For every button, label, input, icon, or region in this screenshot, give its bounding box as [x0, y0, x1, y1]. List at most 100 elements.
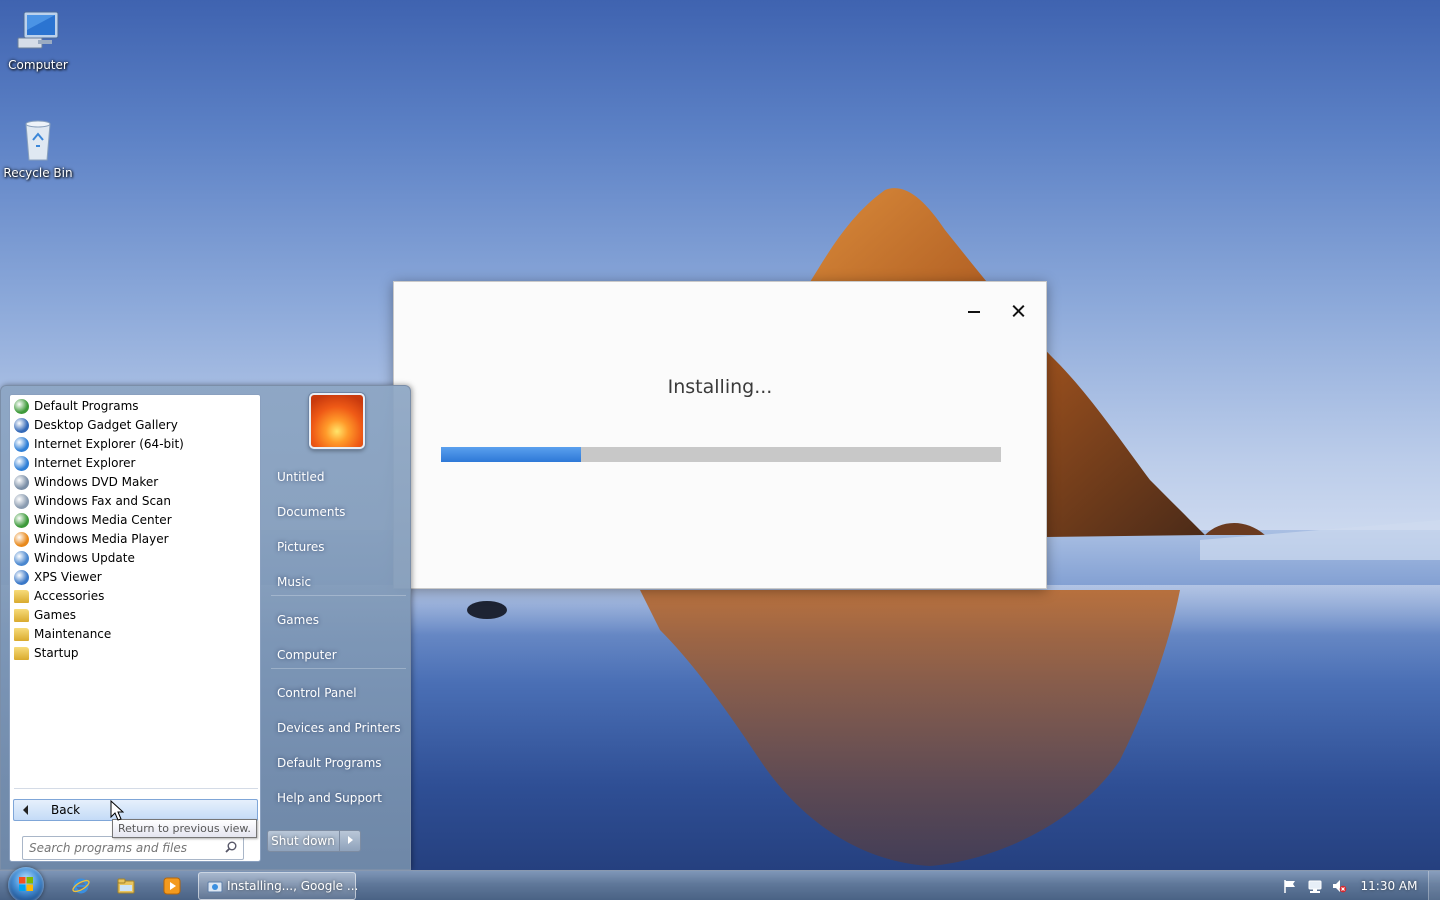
installer-app-icon [207, 881, 223, 893]
program-label: Maintenance [34, 627, 112, 641]
program-label: Default Programs [34, 399, 139, 413]
program-label: Windows Fax and Scan [34, 494, 172, 508]
program-label: Windows Media Player [34, 532, 169, 546]
start-menu-link-untitled[interactable]: Untitled [271, 462, 406, 492]
show-desktop-button[interactable] [1428, 871, 1440, 900]
start-menu: Default Programs Desktop Gadget Gallery In… [0, 385, 411, 870]
chevron-right-icon [348, 836, 353, 844]
start-menu-right-pane: Untitled Documents Pictures Music Games Compu… [266, 386, 411, 869]
program-label: Startup [34, 646, 79, 660]
start-menu-link-music[interactable]: Music [271, 567, 406, 597]
close-button[interactable] [1003, 298, 1033, 324]
network-icon[interactable] [1307, 878, 1323, 894]
taskbar-task-label: Installing..., Google ... [227, 879, 359, 893]
folder-icon [14, 609, 29, 622]
program-item[interactable]: Desktop Gadget Gallery [12, 416, 258, 435]
shutdown-button[interactable]: Shut down [268, 831, 338, 851]
start-menu-link-default-programs[interactable]: Default Programs [271, 748, 406, 778]
taskbar-pin-internet-explorer[interactable] [64, 874, 98, 898]
program-label: Windows Update [34, 551, 135, 565]
start-menu-link-control-panel[interactable]: Control Panel [271, 678, 406, 708]
media-center-icon [14, 513, 29, 528]
divider [271, 595, 406, 596]
start-menu-link-computer[interactable]: Computer [271, 640, 406, 670]
divider [271, 668, 406, 669]
taskbar: Installing..., Google ... 11:30 AM [0, 867, 1440, 900]
program-item[interactable]: Windows DVD Maker [12, 473, 258, 492]
desktop-icon-computer[interactable]: Computer [0, 8, 76, 72]
folder-icon [14, 590, 29, 603]
internet-explorer-icon [14, 456, 29, 471]
program-label: Windows Media Center [34, 513, 172, 527]
minimize-button[interactable] [959, 298, 989, 324]
taskbar-pin-media-player[interactable] [155, 874, 189, 898]
taskbar-pin-windows-explorer[interactable] [109, 874, 143, 898]
search-box[interactable] [22, 836, 244, 860]
divider [14, 788, 258, 789]
program-item[interactable]: Maintenance [12, 625, 258, 644]
default-programs-icon [14, 399, 29, 414]
media-player-icon [14, 532, 29, 547]
program-item[interactable]: Windows Media Center [12, 511, 258, 530]
start-menu-link-documents[interactable]: Documents [271, 497, 406, 527]
computer-icon [17, 11, 59, 49]
back-tooltip: Return to previous view. [112, 819, 257, 838]
windows-explorer-icon [117, 878, 135, 894]
program-item[interactable]: Default Programs [12, 397, 258, 416]
installer-status-text: Installing... [667, 376, 773, 398]
program-label: Accessories [34, 589, 105, 603]
start-menu-link-games[interactable]: Games [271, 605, 406, 635]
all-programs-list: Default Programs Desktop Gadget Gallery In… [12, 397, 258, 663]
progress-bar [441, 447, 1001, 462]
folder-icon [14, 647, 29, 660]
dvd-maker-icon [14, 475, 29, 490]
volume-muted-icon[interactable] [1331, 878, 1347, 894]
program-item[interactable]: Internet Explorer (64-bit) [12, 435, 258, 454]
program-item[interactable]: Games [12, 606, 258, 625]
program-item[interactable]: Windows Fax and Scan [12, 492, 258, 511]
taskbar-clock[interactable]: 11:30 AM [1356, 871, 1422, 900]
start-button[interactable] [8, 867, 44, 900]
xps-viewer-icon [14, 570, 29, 585]
program-label: Internet Explorer (64-bit) [34, 437, 184, 451]
program-label: Desktop Gadget Gallery [34, 418, 178, 432]
start-menu-link-pictures[interactable]: Pictures [271, 532, 406, 562]
folder-icon [14, 628, 29, 641]
internet-explorer-icon [14, 437, 29, 452]
program-item[interactable]: Windows Media Player [12, 530, 258, 549]
start-menu-link-help-and-support[interactable]: Help and Support [271, 783, 406, 813]
program-label: Games [34, 608, 76, 622]
action-center-flag-icon[interactable] [1282, 878, 1298, 894]
windows-update-icon [14, 551, 29, 566]
desktop-icon-label: Recycle Bin [3, 166, 73, 180]
shutdown-button-group: Shut down [267, 830, 361, 852]
minimize-icon [968, 311, 980, 313]
taskbar-task-installer[interactable]: Installing..., Google ... [198, 872, 359, 900]
media-player-icon [163, 877, 181, 895]
program-label: Windows DVD Maker [34, 475, 159, 489]
mouse-cursor-icon [110, 800, 124, 821]
program-item[interactable]: XPS Viewer [12, 568, 258, 587]
progress-bar-fill [441, 447, 581, 462]
program-item[interactable]: Windows Update [12, 549, 258, 568]
program-item[interactable]: Internet Explorer [12, 454, 258, 473]
back-button[interactable]: Back [13, 799, 258, 821]
program-item[interactable]: Accessories [12, 587, 258, 606]
search-input[interactable] [29, 840, 219, 856]
program-label: Internet Explorer [34, 456, 136, 470]
program-item[interactable]: Startup [12, 644, 258, 663]
start-menu-programs-pane: Default Programs Desktop Gadget Gallery In… [9, 394, 261, 862]
search-icon[interactable] [225, 841, 237, 853]
gadget-gallery-icon [14, 418, 29, 433]
installer-window: Installing... [393, 281, 1047, 589]
user-picture[interactable] [309, 393, 365, 449]
windows-logo-icon [19, 877, 33, 891]
start-menu-link-devices-and-printers[interactable]: Devices and Printers [271, 713, 406, 743]
arrow-left-icon [23, 805, 28, 815]
desktop-icon-recycle-bin[interactable]: Recycle Bin [0, 116, 76, 180]
internet-explorer-icon [72, 878, 90, 894]
shutdown-options-button[interactable] [339, 831, 360, 851]
back-label: Back [51, 803, 81, 817]
desktop-icon-label: Computer [8, 58, 68, 72]
program-label: XPS Viewer [34, 570, 102, 584]
